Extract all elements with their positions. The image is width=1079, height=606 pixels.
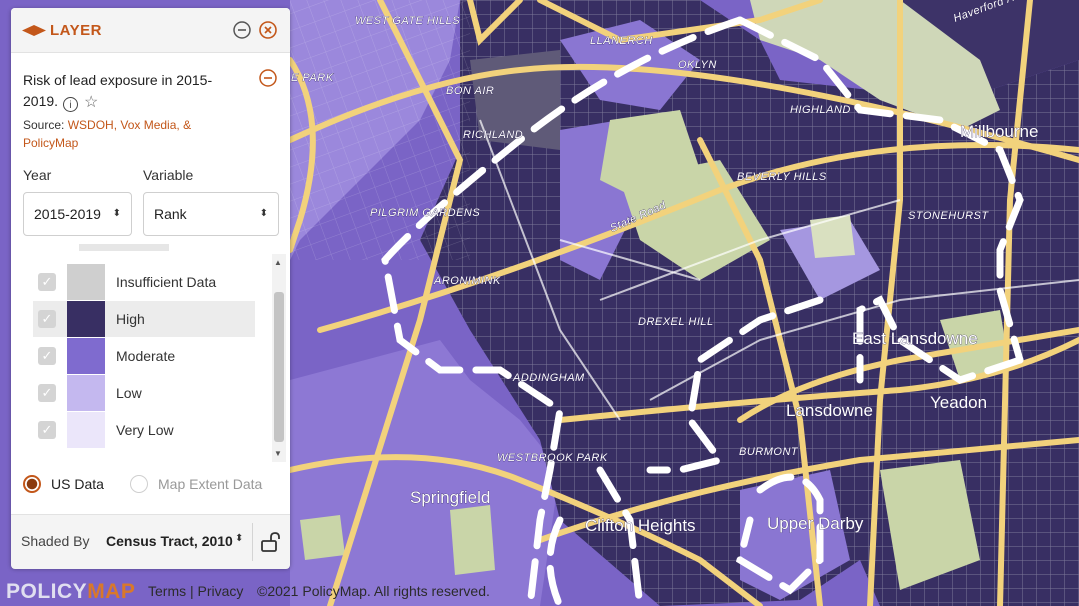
map-extent-radio[interactable] <box>130 475 148 493</box>
map-label: BURMONT <box>739 446 799 458</box>
checkbox[interactable]: ✓ <box>38 310 56 328</box>
select-arrows-icon[interactable]: ⬍ <box>235 533 243 544</box>
map-label: RICHLAND <box>463 129 523 141</box>
year-select[interactable]: 2015-2019 ⬍ <box>23 192 132 236</box>
layer-name: Risk of lead exposure in 2015-2019. i ☆ <box>23 70 223 113</box>
variable-select-value: Rank <box>154 206 187 222</box>
unlock-icon[interactable] <box>260 531 280 553</box>
source-prefix: Source: <box>23 118 68 132</box>
legend-item[interactable]: ✓ High <box>33 301 255 337</box>
map-label: Springfield <box>410 488 490 507</box>
shaded-by-select[interactable]: Census Tract, 2010 <box>106 533 233 549</box>
checkbox[interactable]: ✓ <box>38 273 56 291</box>
collapse-icon[interactable] <box>259 69 277 87</box>
star-icon[interactable]: ☆ <box>84 92 98 113</box>
park <box>300 515 345 560</box>
source-text: Source: WSDOH, Vox Media, & PolicyMap <box>23 116 233 152</box>
map-label: E PARK <box>291 72 334 84</box>
terms-privacy-links[interactable]: Terms | Privacy <box>148 583 243 599</box>
map-label: Clifton Heights <box>585 516 696 535</box>
year-label: Year <box>23 167 52 183</box>
legend-item[interactable]: ✓ Low <box>33 375 255 411</box>
legend-label: Very Low <box>116 422 174 438</box>
legend-label: Moderate <box>116 348 176 364</box>
logo-accent: MAP <box>87 580 136 603</box>
park <box>450 505 495 575</box>
info-icon[interactable]: i <box>63 97 79 112</box>
map-label: East Lansdowne <box>852 329 978 348</box>
layer-panel: LAYER Risk of lead exposure in 2015-2019… <box>11 8 290 569</box>
map-label: WESTBROOK PARK <box>497 452 608 464</box>
legend-swatch <box>67 375 105 411</box>
year-select-value: 2015-2019 <box>34 206 101 222</box>
map-footer: POLICYMAP Terms | Privacy ©2021 PolicyMa… <box>0 574 1079 606</box>
legend-item[interactable]: ✓ Very Low <box>33 412 255 448</box>
shaded-by-label: Shaded By <box>21 533 90 549</box>
legend-scrolled-item <box>79 244 169 251</box>
map-label: HIGHLAND <box>790 104 851 116</box>
legend-label: High <box>116 311 145 327</box>
legend-swatch <box>67 338 105 374</box>
close-icon[interactable] <box>259 21 277 39</box>
checkbox[interactable]: ✓ <box>38 347 56 365</box>
policymap-logo[interactable]: POLICYMAP <box>6 580 135 604</box>
legend-swatch <box>67 412 105 448</box>
legend-item[interactable]: ✓ Moderate <box>33 338 255 374</box>
select-arrows-icon: ⬍ <box>112 208 121 219</box>
map-label: Upper Darby <box>767 514 864 533</box>
logo-main: POLICY <box>6 580 88 603</box>
map-label: DREXEL HILL <box>638 316 714 328</box>
layer-name-text: Risk of lead exposure in 2015-2019. <box>23 72 213 109</box>
layers-icon <box>22 25 46 36</box>
minimize-icon[interactable] <box>233 21 251 39</box>
map-label: BON AIR <box>446 85 494 97</box>
scroll-up-icon[interactable]: ▲ <box>274 258 282 267</box>
map-label: Millbourne <box>960 122 1038 141</box>
park <box>810 215 855 258</box>
map-extent-label[interactable]: Map Extent Data <box>158 476 262 492</box>
legend: ✓ Insufficient Data ✓ High ✓ Moderate ✓ … <box>23 244 288 449</box>
variable-select[interactable]: Rank ⬍ <box>143 192 279 236</box>
map-label: BEVERLY HILLS <box>737 171 827 183</box>
layer-panel-header: LAYER <box>11 8 290 53</box>
select-arrows-icon: ⬍ <box>259 208 268 219</box>
map-label: PILGRIM GARDENS <box>370 207 480 219</box>
map-label: LLANERCH <box>590 35 653 47</box>
map-label: Lansdowne <box>786 401 873 420</box>
variable-label: Variable <box>143 167 194 183</box>
legend-swatch <box>67 264 105 300</box>
shaded-by-bar: Shaded By Census Tract, 2010 ⬍ <box>11 514 290 569</box>
legend-label: Insufficient Data <box>116 274 217 290</box>
checkbox[interactable]: ✓ <box>38 384 56 402</box>
copyright: ©2021 PolicyMap. All rights reserved. <box>257 583 490 599</box>
map-label: Yeadon <box>930 393 987 412</box>
us-data-radio[interactable] <box>23 475 41 493</box>
legend-swatch <box>67 301 105 337</box>
map-label: STONEHURST <box>908 210 989 222</box>
layer-panel-title: LAYER <box>50 22 102 39</box>
map-label: ARONIMINK <box>433 275 501 287</box>
checkbox[interactable]: ✓ <box>38 421 56 439</box>
legend-scrollbar[interactable]: ▲ ▼ <box>272 254 286 462</box>
scroll-thumb[interactable] <box>274 292 284 442</box>
map-label: ADDINGHAM <box>512 372 585 384</box>
legend-label: Low <box>116 385 142 401</box>
map-label: OKLYN <box>678 59 717 71</box>
divider <box>252 523 253 561</box>
map-label: WEST GATE HILLS <box>355 15 460 27</box>
legend-item[interactable]: ✓ Insufficient Data <box>33 264 255 300</box>
us-data-label[interactable]: US Data <box>51 476 104 492</box>
scroll-down-icon[interactable]: ▼ <box>274 449 282 458</box>
